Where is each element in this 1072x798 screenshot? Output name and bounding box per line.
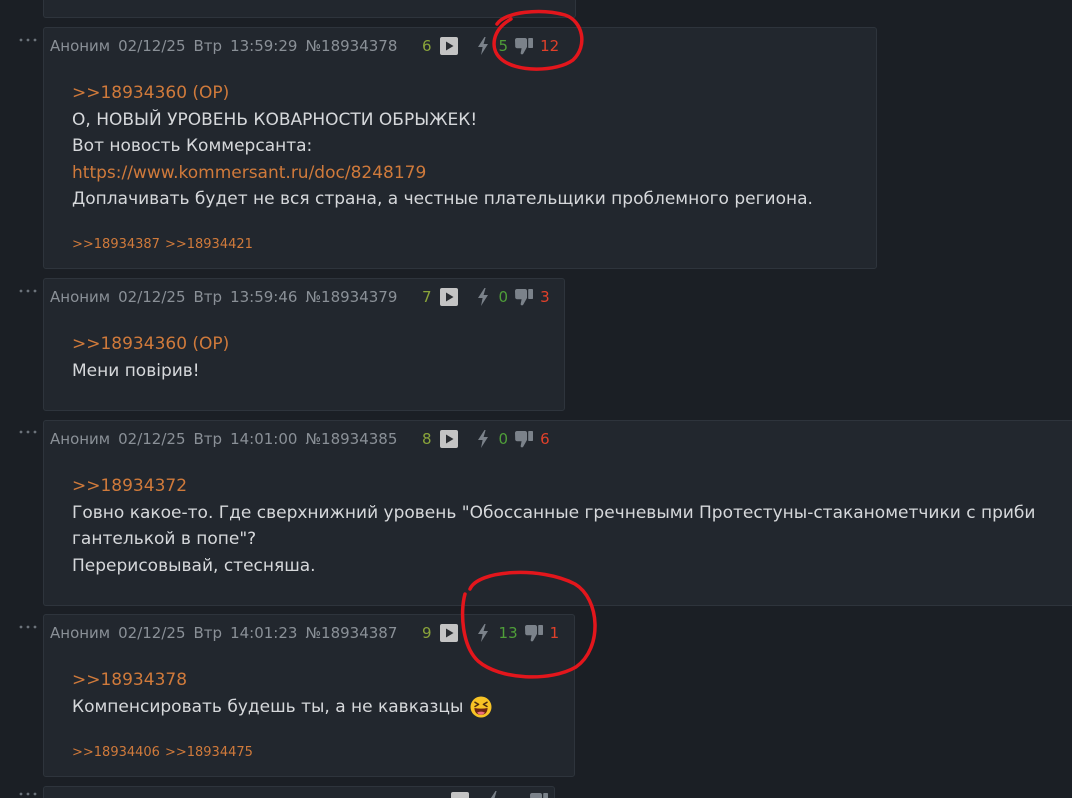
- lightning-icon[interactable]: [477, 288, 489, 306]
- post-weekday: Втр: [193, 430, 223, 448]
- post-text-line: О, НОВЫЙ УРОВЕНЬ КОВАРНОСТИ ОБРЫЖЕК!: [72, 109, 478, 130]
- dislikes-count: 12: [540, 37, 560, 55]
- play-icon[interactable]: [439, 288, 458, 306]
- reply-backlink[interactable]: >>18934475: [165, 745, 253, 760]
- thumbs-down-icon[interactable]: [524, 624, 544, 642]
- post-text-line: Перерисовывай, стесняша.: [72, 555, 316, 576]
- lightning-icon[interactable]: [488, 791, 500, 798]
- post-text-line: гантелькой в попе"?: [72, 529, 257, 550]
- more-dots-icon[interactable]: [18, 624, 38, 630]
- reply-backlink[interactable]: >>18934421: [165, 237, 253, 252]
- post-meta: 8 0 6: [422, 429, 550, 449]
- more-dots-icon[interactable]: [18, 429, 38, 435]
- post-header: Аноним 02/12/25 Втр 14:01:23 №18934387: [50, 623, 397, 643]
- post-number-link[interactable]: №18934385: [305, 430, 397, 448]
- post-text: Компенсировать будешь ты, а не кавказцы: [72, 696, 464, 717]
- play-icon[interactable]: [439, 624, 458, 642]
- post-body: >>18934372 Говно какое-то. Где сверхнижн…: [72, 473, 1072, 579]
- post-index: 9: [422, 624, 432, 642]
- post-author: Аноним: [50, 288, 111, 306]
- reply-backlink[interactable]: >>18934406: [72, 745, 160, 760]
- play-icon[interactable]: [439, 430, 458, 448]
- post-replies: >>18934387 >>18934421: [72, 237, 253, 253]
- thumbs-down-icon[interactable]: [529, 792, 549, 798]
- reply-quote-link[interactable]: >>18934372: [72, 473, 1072, 500]
- post-index: 7: [422, 288, 432, 306]
- post-text-line: Вот новость Коммерсанта:: [72, 136, 313, 157]
- lightning-icon[interactable]: [477, 624, 489, 642]
- more-dots-icon[interactable]: [18, 288, 38, 294]
- post-time: 14:01:00: [230, 430, 298, 448]
- post-meta: 7 0 3: [422, 287, 550, 307]
- post-author: Аноним: [50, 37, 111, 55]
- post-date: 02/12/25: [118, 624, 186, 642]
- likes-count: 0: [498, 430, 509, 448]
- post-text-line: Компенсировать будешь ты, а не кавказцы: [72, 694, 574, 721]
- post: Аноним 02/12/25 Втр 13:59:46 №18934379 7…: [43, 278, 565, 411]
- dislikes-count: 1: [549, 624, 560, 642]
- post-header: Аноним 02/12/25 Втр 14:01:00 №18934385: [50, 429, 397, 449]
- post-partial-bottom: [43, 786, 555, 798]
- post-author: Аноним: [50, 430, 111, 448]
- likes-count: 5: [498, 37, 509, 55]
- dislikes-count: 6: [540, 430, 550, 448]
- reply-quote-link[interactable]: >>18934378: [72, 667, 574, 694]
- dislikes-count: 3: [540, 288, 550, 306]
- more-dots-icon[interactable]: [18, 791, 38, 797]
- post-number-link[interactable]: №18934387: [305, 624, 397, 642]
- post: Аноним 02/12/25 Втр 14:01:00 №18934385 8…: [43, 420, 1072, 606]
- more-dots-icon[interactable]: [18, 37, 38, 43]
- external-link[interactable]: https://www.kommersant.ru/doc/8248179: [72, 160, 876, 187]
- post-author: Аноним: [50, 624, 111, 642]
- reply-backlink[interactable]: >>18934387: [72, 237, 160, 252]
- post-time: 13:59:46: [230, 288, 298, 306]
- post-partial-top: [43, 0, 576, 18]
- likes-count: 0: [498, 288, 509, 306]
- lightning-icon[interactable]: [477, 37, 489, 55]
- post-replies: >>18934406 >>18934475: [72, 745, 253, 761]
- post-index: 6: [422, 37, 432, 55]
- thumbs-down-icon[interactable]: [514, 37, 534, 55]
- post-date: 02/12/25: [118, 288, 186, 306]
- play-icon[interactable]: [439, 37, 458, 55]
- post-date: 02/12/25: [118, 430, 186, 448]
- likes-count: 13: [498, 624, 518, 642]
- post-meta: 9 13 1: [422, 623, 559, 643]
- reply-quote-link[interactable]: >>18934360 (OP): [72, 331, 564, 358]
- laughing-emoji-icon: [470, 696, 492, 718]
- thumbs-down-icon[interactable]: [514, 430, 534, 448]
- post-body: >>18934360 (OP) О, НОВЫЙ УРОВЕНЬ КОВАРНО…: [72, 80, 876, 213]
- post-date: 02/12/25: [118, 37, 186, 55]
- post-weekday: Втр: [193, 37, 223, 55]
- post-text-line: Доплачивать будет не вся страна, а честн…: [72, 189, 813, 210]
- post-number-link[interactable]: №18934378: [305, 37, 397, 55]
- post-body: >>18934360 (OP) Мени повірив!: [72, 331, 564, 384]
- post: Аноним 02/12/25 Втр 14:01:23 №18934387 9…: [43, 614, 575, 777]
- post-body: >>18934378 Компенсировать будешь ты, а н…: [72, 667, 574, 720]
- post-index: 8: [422, 430, 432, 448]
- lightning-icon[interactable]: [477, 430, 489, 448]
- post-header: Аноним 02/12/25 Втр 13:59:29 №18934378: [50, 36, 397, 56]
- post-time: 14:01:23: [230, 624, 298, 642]
- post-weekday: Втр: [193, 624, 223, 642]
- play-icon[interactable]: [451, 792, 469, 798]
- thumbs-down-icon[interactable]: [514, 288, 534, 306]
- post-number-link[interactable]: №18934379: [305, 288, 397, 306]
- post-text-line: Говно какое-то. Где сверхнижний уровень …: [72, 502, 1036, 523]
- post-text-line: Мени повірив!: [72, 360, 200, 381]
- post-time: 13:59:29: [230, 37, 298, 55]
- post-weekday: Втр: [193, 288, 223, 306]
- reply-quote-link[interactable]: >>18934360 (OP): [72, 80, 876, 107]
- post-meta: 6 5 12: [422, 36, 559, 56]
- post-header: Аноним 02/12/25 Втр 13:59:46 №18934379: [50, 287, 397, 307]
- post: Аноним 02/12/25 Втр 13:59:29 №18934378 6…: [43, 27, 877, 269]
